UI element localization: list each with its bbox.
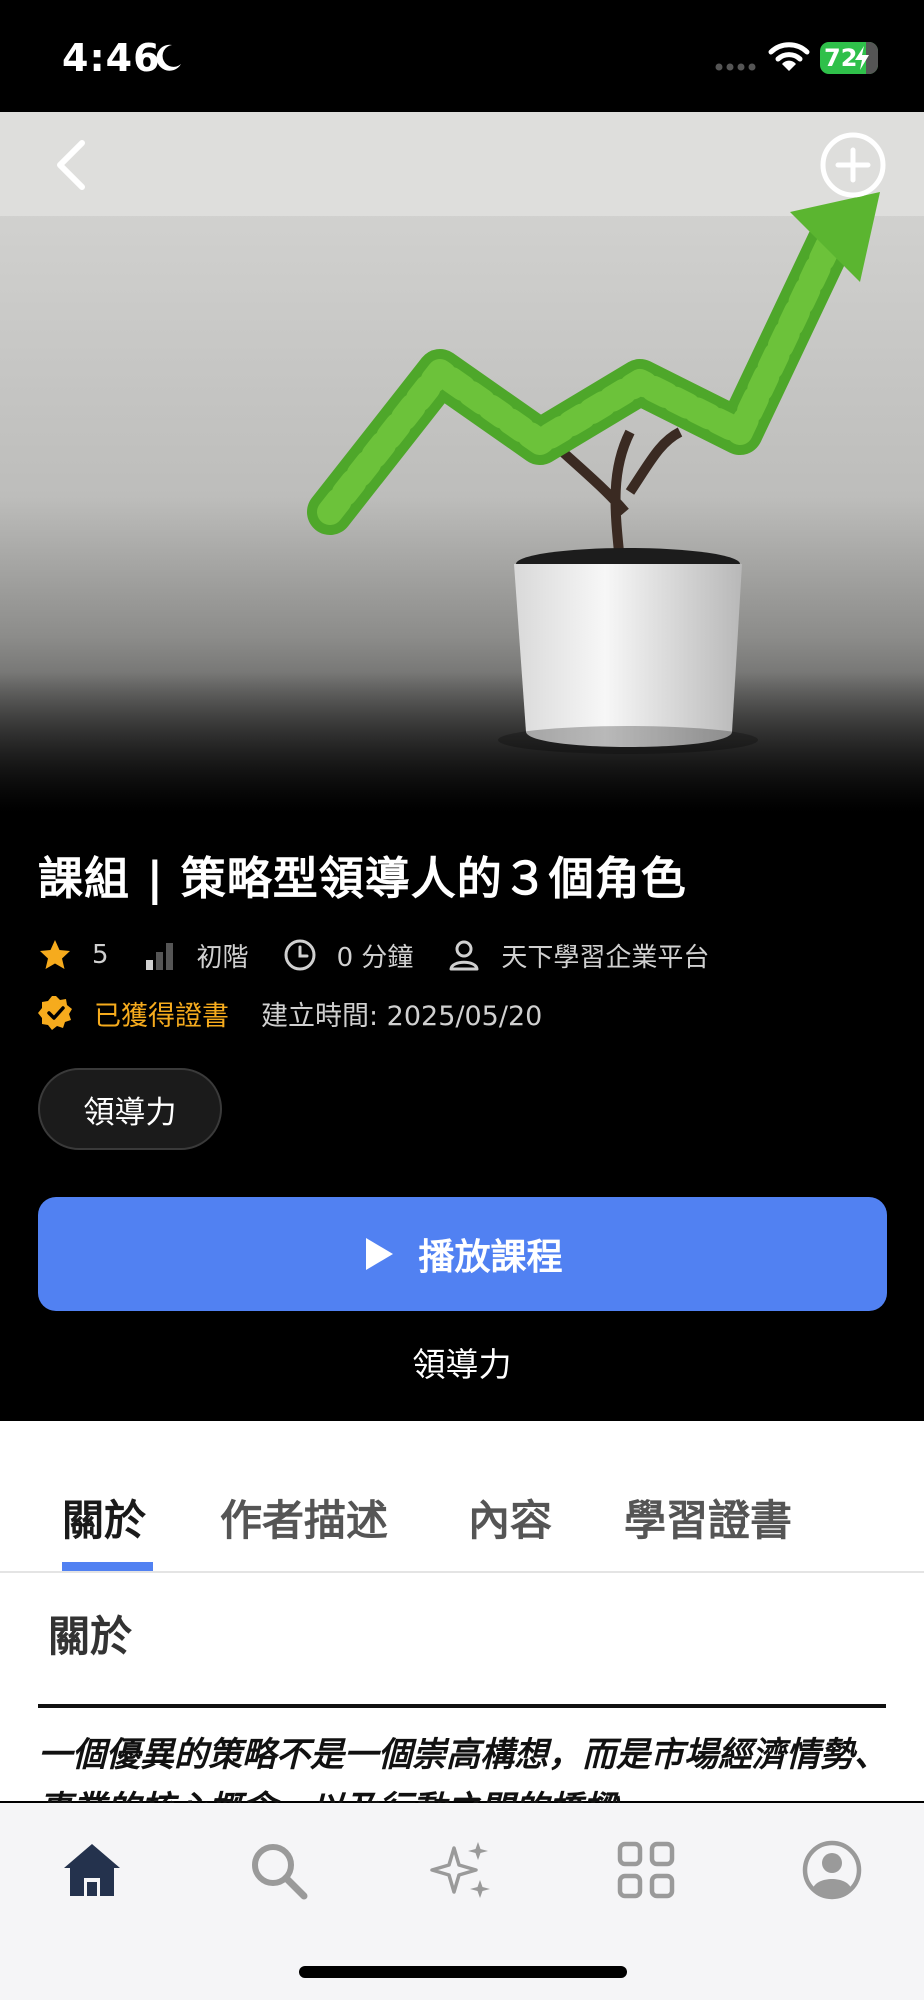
tab-about[interactable]: 關於 — [62, 1487, 146, 1548]
battery-indicator: 72 — [820, 42, 878, 74]
home-icon[interactable] — [60, 1838, 124, 1902]
provider-label: 天下學習企業平台 — [501, 942, 710, 973]
clock-icon — [284, 939, 316, 971]
duration-label: 0 分鐘 — [336, 942, 414, 973]
tag-chip[interactable]: 領導力 — [38, 1068, 222, 1150]
course-title: 課組 | 策略型領導人的３個角色 — [38, 852, 687, 905]
verified-badge-icon — [38, 996, 72, 1030]
level-bars-icon — [145, 943, 173, 970]
wifi-icon — [768, 42, 810, 71]
play-course-button[interactable]: 播放課程 — [38, 1197, 887, 1311]
certificate-status: 已獲得證書 — [94, 1000, 229, 1032]
tab-content[interactable]: 內容 — [468, 1487, 552, 1548]
tab-certificate[interactable]: 學習證書 — [624, 1487, 792, 1548]
play-course-label: 播放課程 — [418, 1237, 563, 1278]
person-icon — [449, 940, 479, 971]
about-heading: 關於 — [48, 1612, 133, 1661]
grid-icon[interactable] — [614, 1838, 678, 1902]
tabs-divider — [0, 1571, 924, 1573]
cellular-signal-icon — [715, 63, 756, 71]
course-tabs: 關於 作者描述 內容 學習證書 — [0, 1421, 924, 1571]
battery-level: 72 — [824, 44, 858, 72]
chevron-left-icon — [57, 140, 85, 190]
certificate-row: 已獲得證書 建立時間: 2025/05/20 — [38, 990, 542, 1036]
back-button[interactable] — [40, 130, 100, 200]
home-indicator — [299, 1966, 627, 1978]
profile-icon[interactable] — [800, 1838, 864, 1902]
plus-circle-icon — [820, 132, 886, 198]
sparkles-icon[interactable] — [430, 1838, 494, 1902]
created-date: 建立時間: 2025/05/20 — [261, 1000, 543, 1032]
course-meta-row: 5 初階 0 分鐘 天下學習企業平台 — [38, 932, 709, 978]
moon-icon — [156, 44, 181, 71]
course-cover-image — [0, 112, 924, 812]
divider — [38, 1704, 886, 1708]
play-icon — [366, 1238, 394, 1270]
star-icon — [40, 940, 70, 969]
status-bar: 4:46 72 — [0, 0, 924, 112]
search-icon[interactable] — [246, 1838, 310, 1902]
rating-value: 5 — [92, 940, 109, 970]
category-label: 領導力 — [412, 1345, 512, 1384]
tab-author[interactable]: 作者描述 — [220, 1487, 388, 1548]
status-time: 4:46 — [62, 36, 161, 80]
plant-growth-arrow-image — [0, 112, 924, 812]
level-label: 初階 — [196, 942, 249, 973]
charging-bolt-icon — [855, 46, 869, 70]
add-to-list-button[interactable] — [818, 130, 888, 200]
